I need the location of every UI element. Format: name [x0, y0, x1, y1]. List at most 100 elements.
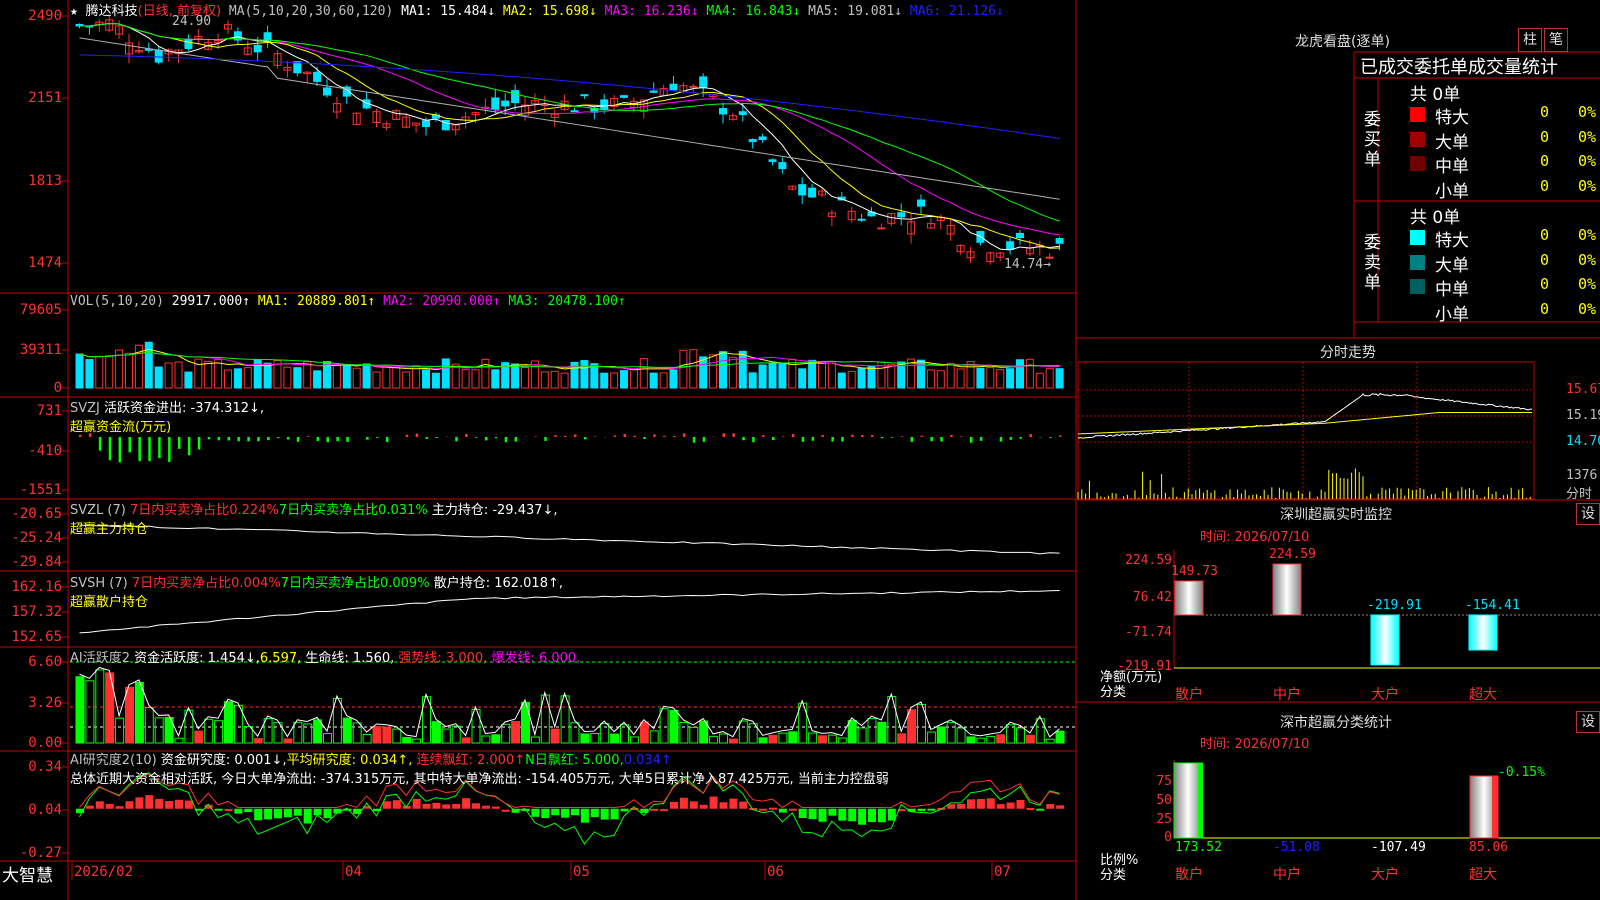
candle-body [600, 99, 609, 111]
volume-bar [887, 364, 896, 389]
capital-flow-bar [148, 437, 151, 462]
capital-flow-bar [950, 434, 953, 437]
volume-bar [719, 351, 727, 389]
ai-activity-bar [669, 709, 679, 744]
order-size-label: 小单 [1435, 304, 1469, 325]
ai-activity-bar [986, 735, 996, 744]
ai-research-header: AI研究度2(10) 资金研究度: 0.001↓,平均研究度: 0.034↑, … [70, 753, 889, 787]
order-percent: 0% [1578, 299, 1597, 318]
date-label: 07 [994, 864, 1011, 880]
ai-activity-bar [827, 734, 837, 744]
volume-bar [669, 369, 678, 389]
ai-activity-bar [590, 733, 600, 744]
y-tick-label: -410 [28, 443, 62, 459]
capital-flow-bar [475, 437, 478, 438]
ai-activity-bar [719, 733, 728, 744]
volume-bar [303, 361, 312, 389]
capital-flow-bar [791, 433, 795, 437]
volume-bar [679, 349, 688, 389]
ai-activity-bar [956, 727, 966, 744]
monitor-y-tick: 76.42 [1132, 590, 1172, 605]
ai-research-bar [165, 801, 174, 809]
volume-bar [600, 372, 609, 389]
stock-name[interactable]: 腾达科技 [86, 4, 138, 19]
capital-flow-bar [227, 437, 230, 441]
candle-body [778, 162, 787, 170]
monitor-settings-button[interactable]: 设 [1576, 503, 1600, 525]
capital-flow-bar [960, 436, 963, 437]
capital-flow-bar [187, 437, 191, 456]
ai-research-bar [838, 808, 847, 821]
capital-flow-bar [98, 437, 102, 451]
ai-activity-bar [709, 735, 719, 744]
monitor-value-label: 149.73 [1171, 563, 1218, 579]
monitor-bar [1370, 614, 1400, 666]
capital-flow-bar [306, 436, 310, 437]
ai-activity-bar [362, 734, 372, 744]
classify-title: 深市超赢分类统计 [1280, 715, 1392, 731]
capital-flow-bar [197, 437, 201, 450]
volume-bar [926, 369, 935, 389]
order-color-swatch [1410, 230, 1425, 245]
order-size-label: 大单 [1435, 132, 1469, 153]
volume-bar [1006, 368, 1015, 389]
volume-bar [283, 366, 292, 389]
ai-research-bar [175, 799, 183, 809]
ai-research-bar [739, 801, 748, 809]
monitor-value-label: -219.91 [1367, 598, 1422, 613]
ai-activity-bar [293, 721, 303, 744]
classify-settings-button[interactable]: 设 [1576, 711, 1600, 733]
order-size-label: 小单 [1435, 181, 1469, 202]
order-count: 0 [1540, 176, 1550, 195]
volume-bar [214, 359, 223, 389]
classify-bar-green [1198, 763, 1203, 838]
candle-body [422, 120, 430, 127]
ai-research-bar [808, 808, 817, 820]
capital-flow-bar [257, 437, 260, 442]
capital-flow-bar [673, 435, 676, 437]
capital-flow-bar [1059, 435, 1062, 437]
capital-flow-bar [742, 437, 745, 441]
ai-activity-bar [659, 708, 669, 744]
candle-body [669, 83, 678, 91]
tick-mode-button[interactable]: 笔 [1544, 28, 1568, 52]
ai-research-bar [580, 808, 589, 823]
candle-body [511, 90, 520, 104]
ai-research-bar [1056, 805, 1065, 809]
volume-bar [392, 367, 401, 389]
ai-research-bar [759, 808, 768, 811]
capital-flow-bar [455, 437, 458, 442]
ai-research-bar [670, 801, 678, 809]
order-percent: 0% [1578, 103, 1597, 121]
high-price-marker: 24.90 [172, 14, 212, 29]
ai-activity-bar [372, 725, 382, 744]
ma-value-1: MA1: 15.484↓ [401, 4, 496, 19]
ma120-line [79, 54, 1060, 140]
capital-flow-bar [128, 437, 131, 453]
ai-activity-bar [243, 725, 253, 744]
volume-bar [738, 350, 747, 389]
ai-activity-bar [253, 738, 263, 744]
capital-flow-bar [1019, 437, 1022, 439]
capital-flow-bar [514, 437, 518, 442]
order-percent: 0% [1578, 127, 1597, 146]
candle-body [699, 76, 708, 89]
bar-mode-button[interactable]: 柱 [1518, 28, 1542, 52]
ai-research-bar [828, 808, 837, 816]
capital-flow-bar [574, 434, 577, 437]
ai-activity-bar [758, 737, 768, 744]
y-tick-label: -25.24 [11, 530, 62, 546]
ai-activity-bar [402, 736, 412, 744]
capital-flow-bar [1049, 437, 1052, 438]
ma-values: MA1: 15.484↓ MA2: 15.698↓ MA3: 16.236↓ M… [401, 4, 1004, 19]
volume-bar [224, 369, 232, 389]
ai-activity-bar [926, 731, 936, 744]
buy-side-label: 委买单 [1364, 110, 1381, 170]
capital-flow-bar [880, 437, 884, 439]
star-icon[interactable]: ★ [70, 4, 78, 19]
volume-bar [808, 359, 817, 389]
ai-research-bar [858, 808, 867, 825]
order-size-label: 中单 [1435, 280, 1469, 300]
capital-flow-bar [643, 437, 646, 439]
y-tick-label: 2151 [28, 90, 62, 106]
